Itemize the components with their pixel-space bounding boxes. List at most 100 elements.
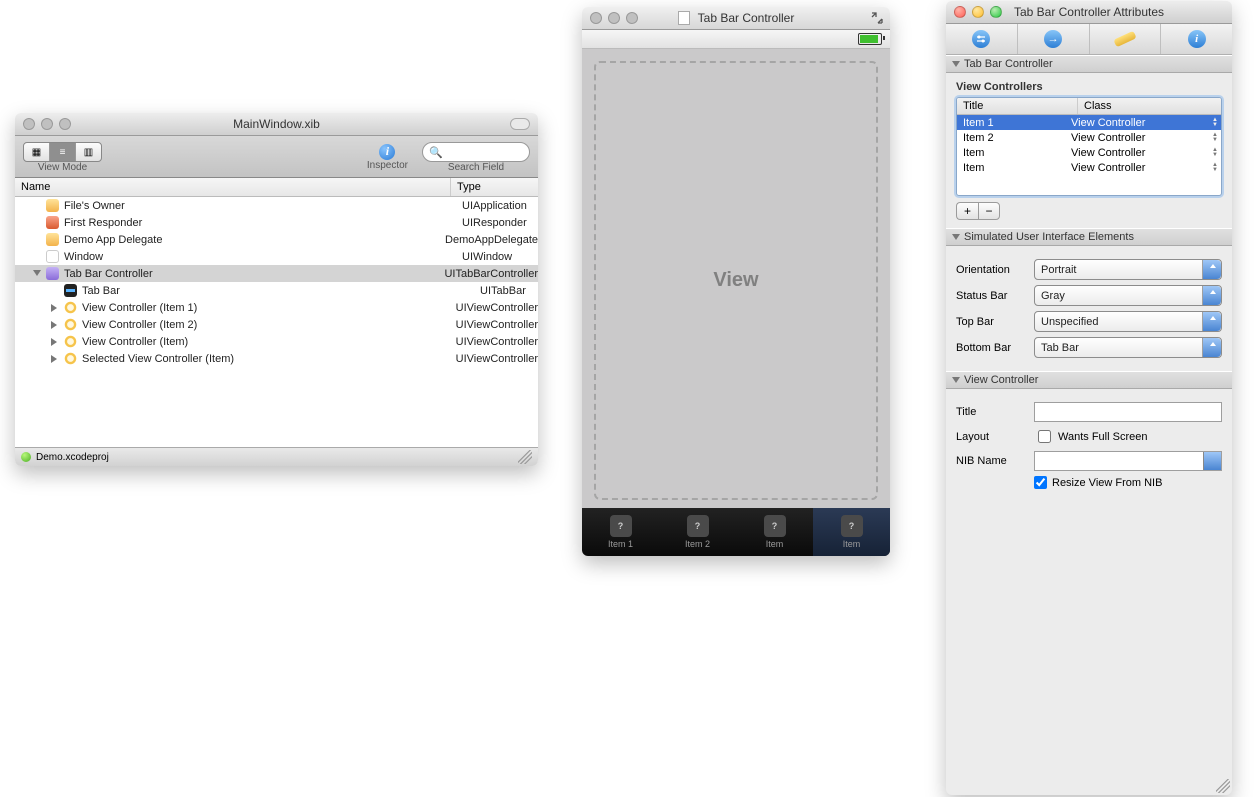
row-type: UITabBarController <box>438 268 538 280</box>
row-type: UIViewController <box>450 302 538 314</box>
nib-name-combo[interactable] <box>1034 451 1222 471</box>
zoom-icon[interactable] <box>990 6 1002 18</box>
sim-titlebar[interactable]: Tab Bar Controller <box>582 7 890 30</box>
outline-row[interactable]: Tab BarUITabBar <box>15 282 538 299</box>
outline-header: Name Type <box>15 178 538 197</box>
view-mode-columns[interactable]: ▥ <box>76 143 101 161</box>
row-type: UIApplication <box>456 200 538 212</box>
wants-full-screen-label[interactable]: Wants Full Screen <box>1058 431 1147 443</box>
outline-row[interactable]: View Controller (Item 2)UIViewController <box>15 316 538 333</box>
resize-grip-icon[interactable] <box>518 450 532 464</box>
col-type[interactable]: Type <box>450 178 538 196</box>
orientation-label: Orientation <box>956 264 1034 276</box>
mainwindow-xib-window: MainWindow.xib ▦ ≡ ▥ View Mode i Inspect… <box>15 113 538 466</box>
sim-content[interactable]: View <box>582 49 890 508</box>
close-icon[interactable] <box>590 12 602 24</box>
stepper-icon[interactable]: ▲▼ <box>1209 163 1221 173</box>
table-row[interactable]: ItemView Controller▲▼ <box>957 145 1221 160</box>
view-mode-segmented[interactable]: ▦ ≡ ▥ <box>23 142 102 162</box>
search-input[interactable]: 🔍 <box>422 142 530 162</box>
close-icon[interactable] <box>954 6 966 18</box>
outline-row[interactable]: First ResponderUIResponder <box>15 214 538 231</box>
tab-label: Item <box>843 539 861 549</box>
cell-title: Item 1 <box>957 117 1071 129</box>
table-row[interactable]: ItemView Controller▲▼ <box>957 160 1221 175</box>
statusbar-dropdown[interactable]: Gray <box>1034 285 1222 306</box>
col-title[interactable]: Title <box>957 98 1077 114</box>
row-type: UIViewController <box>450 319 538 331</box>
zoom-icon[interactable] <box>626 12 638 24</box>
mainwin-toolbar: ▦ ≡ ▥ View Mode i Inspector 🔍 Search Fie… <box>15 136 538 178</box>
section-tabbarcontroller[interactable]: Tab Bar Controller <box>946 55 1232 73</box>
mainwin-titlebar[interactable]: MainWindow.xib <box>15 113 538 136</box>
tab-connections[interactable]: → <box>1018 24 1090 54</box>
window-title: Tab Bar Controller <box>698 11 795 25</box>
stepper-icon[interactable]: ▲▼ <box>1209 148 1221 158</box>
insp-titlebar[interactable]: Tab Bar Controller Attributes <box>946 1 1232 24</box>
tab-bar-item[interactable]: ?Item 1 <box>582 508 659 556</box>
outline-body[interactable]: File's OwnerUIApplicationFirst Responder… <box>15 197 538 447</box>
view-controllers-table[interactable]: Title Class Item 1View Controller▲▼Item … <box>956 97 1222 196</box>
disclosure-triangle-icon[interactable] <box>51 304 59 312</box>
stepper-icon[interactable]: ▲▼ <box>1209 118 1221 128</box>
cell-title: Item <box>957 162 1071 174</box>
table-row[interactable]: Item 1View Controller▲▼ <box>957 115 1221 130</box>
close-icon[interactable] <box>23 118 35 130</box>
tab-bar-item[interactable]: ?Item 2 <box>659 508 736 556</box>
outline-row[interactable]: Tab Bar ControllerUITabBarController <box>15 265 538 282</box>
view-mode-list[interactable]: ≡ <box>50 143 76 161</box>
inspector-icon[interactable]: i <box>379 144 395 160</box>
tab-label: Item 2 <box>685 539 710 549</box>
tabbar-controller-window: Tab Bar Controller View ?Item 1?Item 2?I… <box>582 7 890 556</box>
wants-full-screen-checkbox[interactable] <box>1038 430 1051 443</box>
toolbar-toggle[interactable] <box>510 118 530 130</box>
ruler-icon <box>1113 31 1136 48</box>
tab-identity[interactable]: i <box>1161 24 1232 54</box>
remove-button[interactable]: − <box>978 202 1000 220</box>
tab-size[interactable] <box>1090 24 1162 54</box>
col-name[interactable]: Name <box>15 178 450 196</box>
orientation-dropdown[interactable]: Portrait <box>1034 259 1222 280</box>
section-viewcontroller[interactable]: View Controller <box>946 371 1232 389</box>
stepper-icon[interactable]: ▲▼ <box>1209 133 1221 143</box>
view-mode-icons[interactable]: ▦ <box>24 143 50 161</box>
bottombar-dropdown[interactable]: Tab Bar <box>1034 337 1222 358</box>
tab-bar-item[interactable]: ?Item <box>736 508 813 556</box>
resize-grip-icon[interactable] <box>1216 779 1230 793</box>
zoom-icon[interactable] <box>59 118 71 130</box>
vc-title-input[interactable] <box>1034 402 1222 422</box>
resize-from-nib-checkbox[interactable] <box>1034 476 1047 489</box>
section-label: Tab Bar Controller <box>964 58 1053 70</box>
outline-row[interactable]: Selected View Controller (Item)UIViewCon… <box>15 350 538 367</box>
minimize-icon[interactable] <box>41 118 53 130</box>
outline-row[interactable]: Demo App DelegateDemoAppDelegate <box>15 231 538 248</box>
mainwin-footer: Demo.xcodeproj <box>15 447 538 466</box>
section-label: View Controller <box>964 374 1038 386</box>
outline-row[interactable]: View Controller (Item)UIViewController <box>15 333 538 350</box>
tab-attributes[interactable] <box>946 24 1018 54</box>
minimize-icon[interactable] <box>972 6 984 18</box>
table-row[interactable]: Item 2View Controller▲▼ <box>957 130 1221 145</box>
outline-row[interactable]: File's OwnerUIApplication <box>15 197 538 214</box>
window-title: MainWindow.xib <box>15 117 538 131</box>
add-button[interactable]: + <box>956 202 978 220</box>
ios-tab-bar[interactable]: ?Item 1?Item 2?Item?Item <box>582 508 890 556</box>
info-icon: i <box>1188 30 1206 48</box>
search-icon: 🔍 <box>429 146 443 159</box>
topbar-dropdown[interactable]: Unspecified <box>1034 311 1222 332</box>
vc-nib-label: NIB Name <box>956 455 1034 467</box>
col-class[interactable]: Class <box>1077 98 1221 114</box>
tab-bar-item[interactable]: ?Item <box>813 508 890 556</box>
disclosure-triangle-icon[interactable] <box>51 355 59 363</box>
expand-icon[interactable] <box>870 11 884 25</box>
disclosure-triangle-icon[interactable] <box>33 270 41 278</box>
view-placeholder: View <box>594 61 878 500</box>
outline-row[interactable]: View Controller (Item 1)UIViewController <box>15 299 538 316</box>
outline-row[interactable]: WindowUIWindow <box>15 248 538 265</box>
resize-from-nib-label[interactable]: Resize View From NIB <box>1052 477 1162 489</box>
goldring-icon <box>64 335 77 348</box>
disclosure-triangle-icon[interactable] <box>51 321 59 329</box>
disclosure-triangle-icon[interactable] <box>51 338 59 346</box>
section-simulated-ui[interactable]: Simulated User Interface Elements <box>946 228 1232 246</box>
minimize-icon[interactable] <box>608 12 620 24</box>
